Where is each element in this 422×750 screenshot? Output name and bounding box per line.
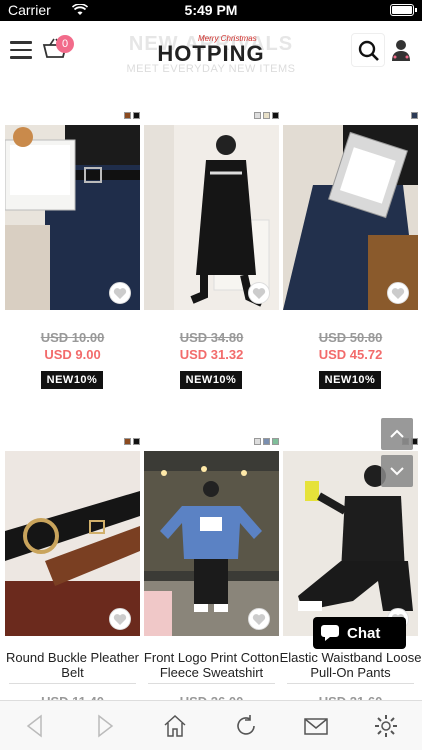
chat-button[interactable]: Chat (313, 617, 406, 649)
color-swatch (124, 438, 131, 445)
original-price: USD 10.00 (40, 330, 105, 345)
product-photo[interactable] (144, 451, 279, 636)
color-swatches (254, 112, 279, 120)
battery-icon (390, 4, 417, 16)
chat-bubble-icon (321, 625, 339, 641)
discount-badge: NEW10% (180, 371, 242, 389)
wishlist-button[interactable] (109, 608, 131, 630)
account-button[interactable] (386, 33, 416, 67)
chevron-down-icon (390, 467, 404, 476)
sale-price: USD 9.00 (44, 347, 101, 362)
scroll-to-bottom-button[interactable] (381, 455, 413, 487)
chevron-up-icon (390, 429, 404, 438)
divider (148, 683, 275, 684)
product-name[interactable]: Round Buckle Pleather Belt (1, 650, 144, 680)
color-swatch (124, 112, 131, 119)
home-icon[interactable] (162, 713, 188, 739)
wishlist-button[interactable] (387, 282, 409, 304)
back-arrow-icon[interactable] (22, 713, 48, 739)
color-swatch (272, 112, 279, 119)
divider (9, 683, 136, 684)
bottom-toolbar (0, 700, 422, 750)
color-swatch (263, 112, 270, 119)
color-swatches (124, 112, 140, 120)
product-photo[interactable] (283, 125, 418, 310)
heart-icon (113, 287, 127, 299)
color-swatches (411, 112, 418, 120)
search-button[interactable] (351, 33, 385, 67)
clock: 5:49 PM (184, 2, 238, 18)
original-price: USD 50.80 (318, 330, 383, 345)
logo-tagline: Merry Christmas (198, 34, 257, 43)
divider (287, 683, 414, 684)
product-photo[interactable] (5, 451, 140, 636)
color-swatch (263, 438, 270, 445)
status-bar: Carrier 5:49 PM (0, 0, 422, 21)
scroll-to-top-button[interactable] (381, 418, 413, 450)
color-swatch (133, 438, 140, 445)
product-name[interactable]: Elastic Waistband Loose Pull-On Pants (279, 650, 422, 680)
app-header: 0 NEW ARRIVALS MEET EVERYDAY NEW ITEMS H… (0, 21, 422, 83)
sale-price: USD 45.72 (318, 347, 383, 362)
user-icon (392, 40, 410, 61)
color-swatch (272, 438, 279, 445)
forward-arrow-icon[interactable] (92, 713, 118, 739)
product-name[interactable]: Front Logo Print Cotton Fleece Sweatshir… (140, 650, 283, 680)
color-swatch (254, 438, 261, 445)
discount-badge: NEW10% (41, 371, 103, 389)
heart-icon (252, 613, 266, 625)
product-photo[interactable] (144, 125, 279, 310)
color-swatches (254, 438, 279, 446)
heart-icon (113, 613, 127, 625)
mail-icon[interactable] (303, 713, 329, 739)
heart-icon (252, 287, 266, 299)
wishlist-button[interactable] (248, 282, 270, 304)
sale-price: USD 31.32 (179, 347, 244, 362)
color-swatch (411, 112, 418, 119)
product-photo[interactable] (5, 125, 140, 310)
wishlist-button[interactable] (248, 608, 270, 630)
color-swatch (133, 112, 140, 119)
color-swatches (124, 438, 140, 446)
wishlist-button[interactable] (109, 282, 131, 304)
gear-icon[interactable] (373, 713, 399, 739)
refresh-icon[interactable] (233, 713, 259, 739)
original-price: USD 34.80 (179, 330, 244, 345)
discount-badge: NEW10% (319, 371, 381, 389)
chat-label: Chat (347, 624, 381, 642)
heart-icon (391, 287, 405, 299)
search-icon (358, 40, 379, 61)
color-swatch (254, 112, 261, 119)
